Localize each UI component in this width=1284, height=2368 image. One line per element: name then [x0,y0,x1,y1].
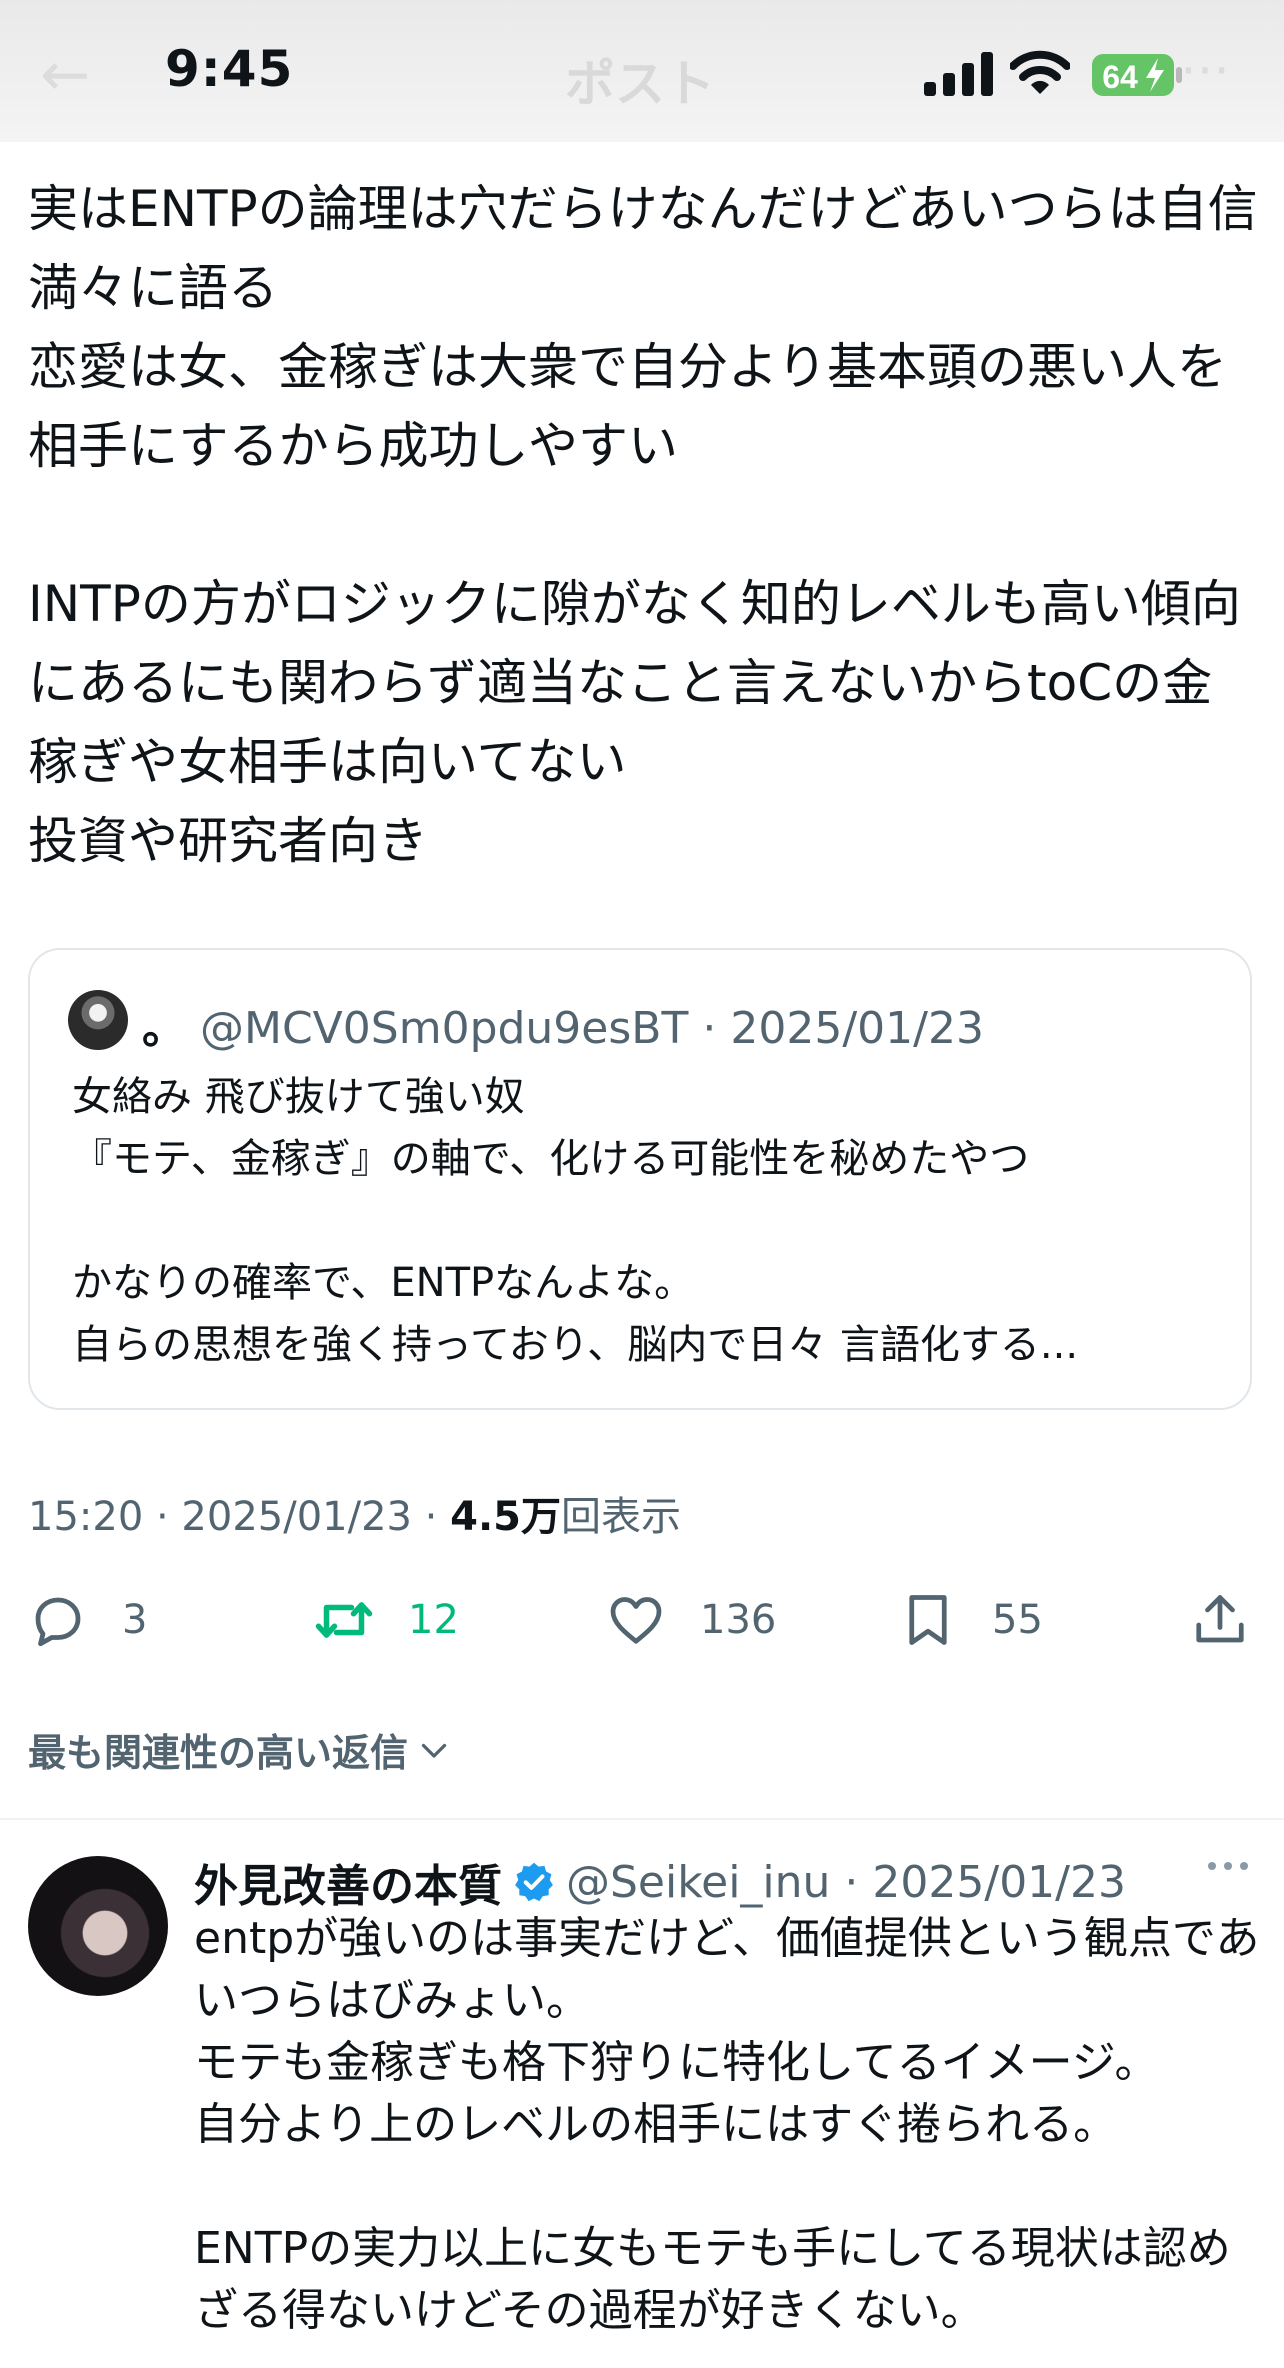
replies-sort-label: 最も関連性の高い返信 [28,1731,409,1775]
chevron-down-icon [421,1743,447,1758]
post-meta: 15:20 · 2025/01/23 · 4.5万回表示 [28,1484,681,1542]
bookmark-button[interactable]: 55 [898,1580,1043,1660]
verified-badge-icon [515,1862,553,1902]
quote-date: · 2025/01/23 [702,1003,984,1054]
quote-header: 。 @MCV0Sm0pdu9esBT · 2025/01/23 [142,992,984,1056]
reply-button[interactable]: 3 [28,1580,147,1660]
quote-author-handle: @MCV0Sm0pdu9esBT [200,1003,689,1054]
like-count: 136 [700,1597,777,1643]
battery-level: 64 [1102,59,1138,95]
view-label: 回表示 [560,1494,681,1540]
quote-author-name: 。 [142,1003,186,1054]
replies-sort-dropdown[interactable]: 最も関連性の高い返信 [28,1722,452,1777]
share-button[interactable] [1190,1580,1250,1660]
view-count: 4.5万 [450,1494,561,1540]
reply-author-name[interactable]: 外見改善の本質 [194,1850,502,1914]
wifi-icon [1010,50,1070,94]
back-arrow-icon[interactable]: ← [40,40,90,110]
retweet-count: 12 [408,1597,459,1643]
reply-icon [35,1597,81,1647]
reply-avatar[interactable] [28,1856,168,1996]
status-bar: ← ポスト ⋯ 9:45 64 [0,0,1284,142]
reply-author-handle: @Seikei_inu · 2025/01/23 [566,1856,1126,1908]
nav-title: ポスト [565,55,715,113]
share-icon [1196,1595,1244,1643]
quoted-post-card[interactable]: 。 @MCV0Sm0pdu9esBT · 2025/01/23 女絡み 飛び抜け… [28,948,1252,1410]
post-text: 実はENTPの論理は穴だらけなんだけどあいつらは自信満々に語る 恋愛は女、金稼ぎ… [28,180,1258,870]
reply-text: entpが強いのは事実だけど、価値提供という観点であいつらはびみょい。 モテも金… [194,1913,1260,2336]
action-bar: 3 12 136 55 [0,1580,1284,1660]
bookmark-count: 55 [992,1597,1043,1643]
status-time: 9:45 [165,40,294,98]
signal-icon [924,52,993,96]
battery-icon: 64 [1092,54,1182,96]
post-timestamp: 15:20 · 2025/01/23 · [28,1494,451,1540]
divider [0,1818,1284,1820]
reply-count: 3 [122,1597,148,1643]
quote-text: 女絡み 飛び抜けて強い奴 『モテ、金稼ぎ』の軸で、化ける可能性を秘めたやつ かな… [72,1074,1079,1368]
more-options-icon[interactable] [1206,1856,1250,1876]
retweet-button[interactable]: 12 [314,1580,459,1660]
like-button[interactable]: 136 [606,1580,776,1660]
quote-avatar[interactable] [68,990,128,1050]
like-icon [610,1597,662,1644]
bookmark-icon [909,1595,947,1645]
retweet-icon [315,1602,373,1638]
more-icon[interactable]: ⋯ [1180,40,1230,98]
reply-header: 外見改善の本質 @Seikei_inu · 2025/01/23 [194,1850,1126,1914]
